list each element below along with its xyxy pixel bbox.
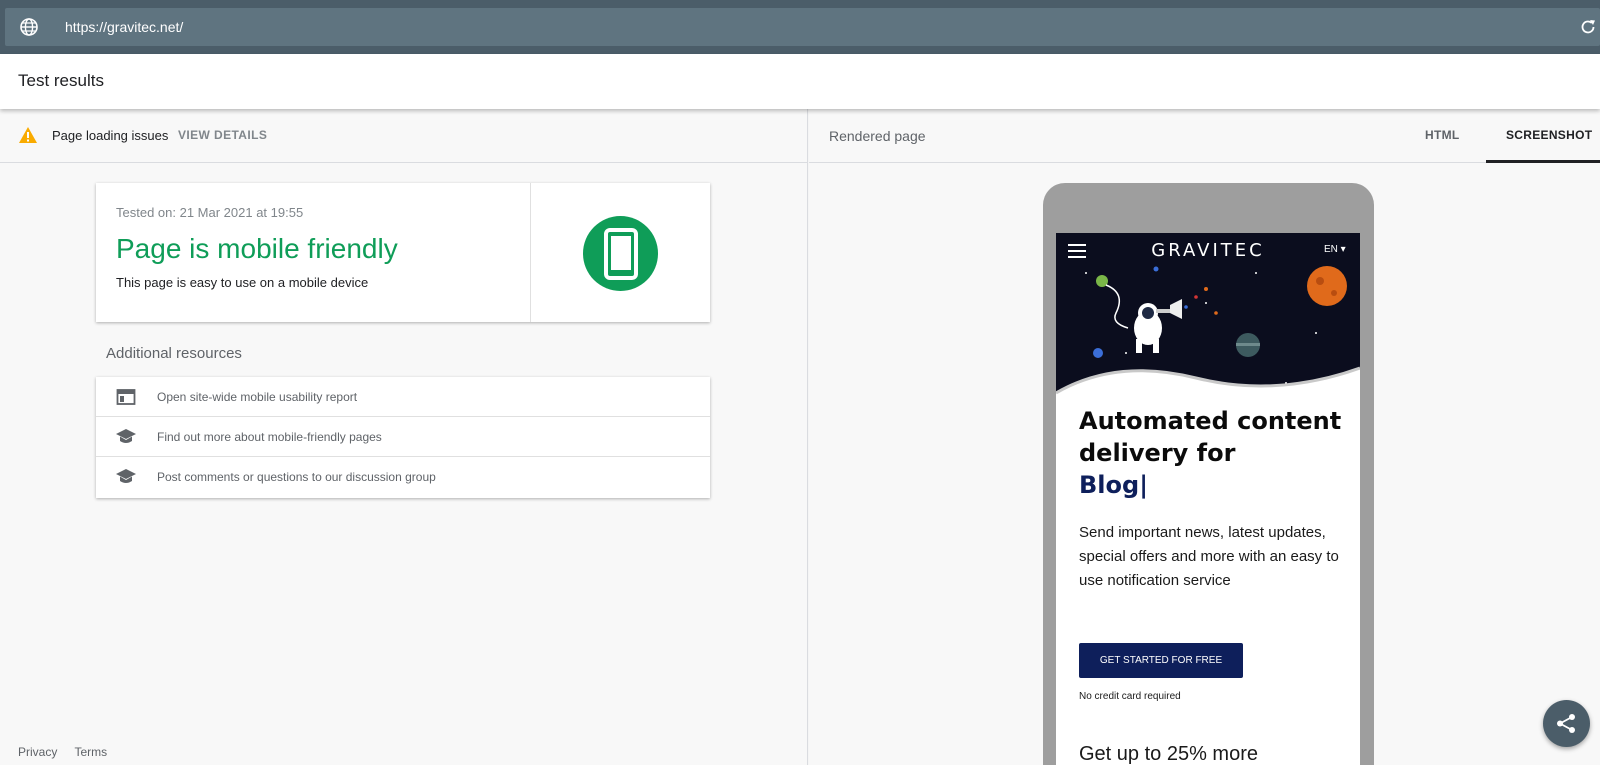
globe-icon xyxy=(20,18,38,36)
share-icon xyxy=(1557,714,1575,733)
app-header: Test results xyxy=(0,54,1600,109)
card-divider xyxy=(530,183,531,322)
view-details-button[interactable]: VIEW DETAILS xyxy=(178,128,267,142)
terms-link[interactable]: Terms xyxy=(74,745,107,759)
tab-screenshot[interactable]: SCREENSHOT xyxy=(1506,128,1592,142)
hero-banner: GRAVITEC EN ▾ xyxy=(1056,233,1360,408)
results-panel: Page loading issues VIEW DETAILS Tested … xyxy=(0,109,808,765)
issues-label: Page loading issues xyxy=(52,128,169,143)
tab-html[interactable]: HTML xyxy=(1425,128,1460,142)
page-title: Test results xyxy=(18,71,104,90)
site-headline: Automated content delivery for Blog| xyxy=(1079,405,1349,501)
rendered-page-title: Rendered page xyxy=(829,128,926,144)
site-subheading: Get up to 25% more xyxy=(1079,743,1258,765)
site-paragraph: Send important news, latest updates, spe… xyxy=(1079,524,1339,589)
active-tab-indicator xyxy=(1486,160,1600,163)
device-frame: GRAVITEC EN ▾ Automated content delivery… xyxy=(1043,183,1374,765)
site-logo[interactable]: GRAVITEC xyxy=(1056,240,1360,261)
browser-bar: https://gravitec.net/ xyxy=(0,0,1600,54)
school-icon xyxy=(116,429,136,443)
result-heading: Page is mobile friendly xyxy=(116,233,398,264)
tested-on-date: Tested on: 21 Mar 2021 at 19:55 xyxy=(116,205,304,220)
list-item[interactable]: Find out more about mobile-friendly page… xyxy=(96,417,710,457)
url-field[interactable]: https://gravitec.net/ xyxy=(5,8,1600,46)
school-icon xyxy=(116,469,136,483)
screenshot-preview[interactable]: GRAVITEC EN ▾ Automated content delivery… xyxy=(1056,233,1360,765)
list-item[interactable]: Post comments or questions to our discus… xyxy=(96,457,710,497)
site-headline-text: Automated content delivery for xyxy=(1079,407,1342,467)
additional-resources-title: Additional resources xyxy=(106,345,242,362)
result-description: This page is easy to use on a mobile dev… xyxy=(116,275,369,290)
list-item[interactable]: Open site-wide mobile usability report xyxy=(96,377,710,417)
mobile-phone-icon xyxy=(583,216,658,291)
issues-bar: Page loading issues VIEW DETAILS xyxy=(0,109,807,163)
rendered-page-bar: Rendered page HTML SCREENSHOT xyxy=(809,109,1600,163)
language-selector[interactable]: EN ▾ xyxy=(1324,244,1346,255)
rendered-page-panel: Rendered page HTML SCREENSHOT GRAVITEC E… xyxy=(809,109,1600,765)
share-button[interactable] xyxy=(1543,700,1590,747)
list-item-label: Post comments or questions to our discus… xyxy=(157,470,436,484)
get-started-button[interactable]: GET STARTED FOR FREE xyxy=(1079,643,1243,678)
resources-list: Open site-wide mobile usability report F… xyxy=(96,377,710,498)
site-headline-accent: Blog| xyxy=(1079,471,1148,499)
url-text[interactable]: https://gravitec.net/ xyxy=(65,19,183,35)
reload-icon[interactable] xyxy=(1579,18,1597,36)
list-item-label: Open site-wide mobile usability report xyxy=(157,390,358,404)
privacy-link[interactable]: Privacy xyxy=(18,745,57,759)
warning-icon xyxy=(19,127,37,143)
footer-links: Privacy Terms xyxy=(18,745,121,759)
result-card: Tested on: 21 Mar 2021 at 19:55 Page is … xyxy=(96,183,710,322)
no-credit-card-note: No credit card required xyxy=(1079,691,1181,702)
report-icon xyxy=(116,389,136,405)
list-item-label: Find out more about mobile-friendly page… xyxy=(157,430,382,444)
